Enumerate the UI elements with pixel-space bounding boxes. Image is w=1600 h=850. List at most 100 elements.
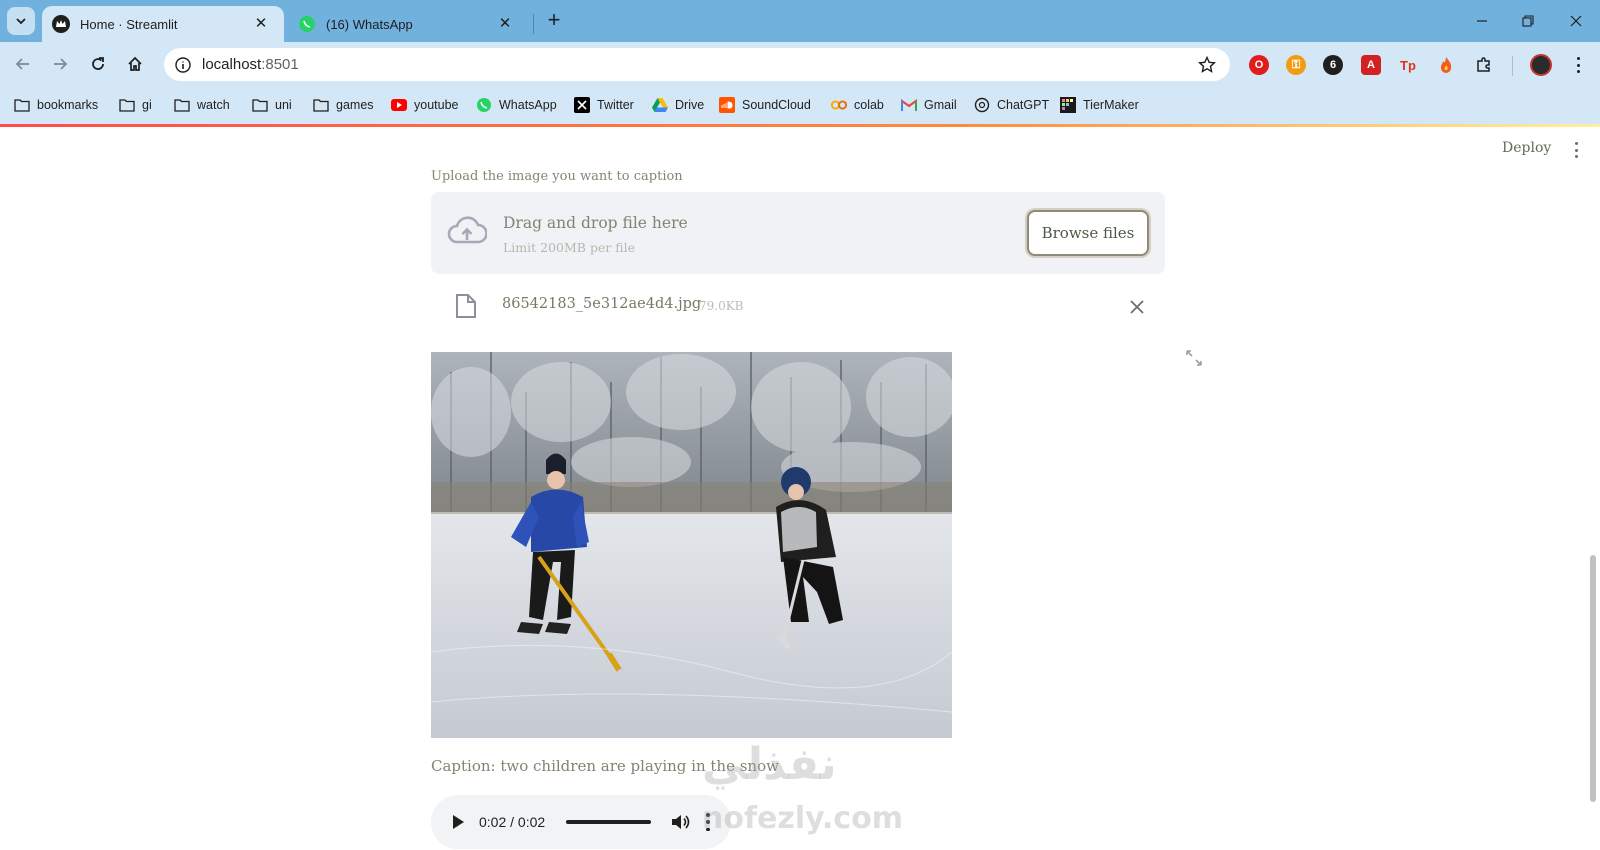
close-icon [1130,300,1144,314]
extensions-puzzle-icon[interactable] [1474,55,1494,75]
address-bar[interactable]: localhost:8501 [164,48,1230,81]
audio-time: 0:02 / 0:02 [479,814,546,830]
remove-file-button[interactable] [1127,297,1147,317]
pdf-extension-icon[interactable]: A [1361,55,1381,75]
uploader-label: Upload the image you want to caption [431,169,683,184]
x-icon [574,97,590,113]
close-icon [1570,15,1582,27]
drive-icon [652,97,668,113]
watermark-arabic: نفذلي [702,739,837,790]
bookmark-soundcloud[interactable]: SoundCloud [719,95,811,115]
bookmark-label: Gmail [924,98,957,112]
whatsapp-icon [476,97,492,113]
site-info-icon[interactable] [172,54,194,76]
bookmark-twitter[interactable]: Twitter [574,95,634,115]
url-host: localhost [202,56,262,73]
chevron-down-icon [16,18,26,25]
url-port: :8501 [261,56,299,73]
bookmark-bookmarks[interactable]: bookmarks [14,95,98,115]
play-icon[interactable] [449,813,467,831]
bookmarks-bar: bookmarks gi watch uni games youtube Wha… [0,86,1600,124]
tab-search-button[interactable] [7,7,35,35]
fb-extension-icon[interactable]: 6 [1323,55,1343,75]
forward-button[interactable] [46,50,74,78]
bookmark-label: SoundCloud [742,98,811,112]
page-scrollbar[interactable] [1590,555,1596,802]
streamlit-crown-icon [52,15,70,33]
close-window-button[interactable] [1556,8,1596,34]
bookmark-colab[interactable]: colab [831,95,884,115]
folder-icon [119,97,135,113]
restore-icon [1522,15,1534,27]
audio-player: 0:02 / 0:02 [431,795,731,849]
bookmark-label: ChatGPT [997,98,1050,112]
folder-icon [252,97,268,113]
bookmark-label: TierMaker [1083,98,1139,112]
streamlit-app: Deploy Upload the image you want to capt… [0,127,1600,850]
bookmark-gmail[interactable]: Gmail [901,95,957,115]
bookmark-label: Twitter [597,98,634,112]
back-arrow-icon [15,58,29,70]
browse-files-button[interactable]: Browse files [1027,210,1149,256]
minimize-button[interactable] [1462,8,1502,34]
bookmark-label: uni [275,98,292,112]
browser-toolbar: localhost:8501 O ⚿ 6 A Tp [0,42,1600,86]
new-tab-button[interactable]: + [541,8,567,34]
colab-icon [831,97,847,113]
bookmark-gi[interactable]: gi [119,95,152,115]
file-icon [456,294,476,318]
tab-home-streamlit[interactable]: Home · Streamlit ✕ [42,6,284,42]
cloud-upload-icon [447,216,487,244]
watermark-latin: nofezly.com [702,801,903,836]
deploy-button[interactable]: Deploy [1502,140,1551,156]
tab-whatsapp[interactable]: (16) WhatsApp ✕ [288,6,528,42]
gmail-icon [901,97,917,113]
volume-icon[interactable] [669,811,691,833]
bookmark-chatgpt[interactable]: ChatGPT [974,95,1049,115]
bookmark-uni[interactable]: uni [252,95,292,115]
bookmark-tiermaker[interactable]: TierMaker [1060,95,1139,115]
bookmark-whatsapp[interactable]: WhatsApp [476,95,557,115]
tab-title: Home · Streamlit [80,16,178,32]
tab-divider [533,14,534,34]
minimize-icon [1477,20,1487,22]
browser-menu-icon[interactable] [1568,55,1588,75]
folder-icon [174,97,190,113]
close-tab-icon[interactable]: ✕ [496,15,514,33]
bookmark-label: Drive [675,98,705,112]
file-dropzone[interactable]: Drag and drop file here Limit 200MB per … [431,192,1165,274]
tab-strip: Home · Streamlit ✕ (16) WhatsApp ✕ + [0,0,1600,42]
opera-extension-icon[interactable]: O [1249,55,1269,75]
folder-icon [14,97,30,113]
uploaded-file-name: 86542183_5e312ae4d4.jpg [502,296,702,312]
folder-icon [313,97,329,113]
toolbar-divider [1512,56,1513,76]
bookmark-star-icon[interactable] [1196,54,1218,76]
fire-extension-icon[interactable] [1436,55,1456,75]
fullscreen-icon[interactable] [1185,349,1203,367]
bookmark-label: bookmarks [37,98,99,112]
audio-progress-track[interactable] [566,820,651,824]
home-button[interactable] [121,50,149,78]
bookmark-youtube[interactable]: youtube [391,95,458,115]
uploaded-image [431,352,952,738]
url-text: localhost:8501 [202,56,299,73]
close-tab-icon[interactable]: ✕ [252,15,270,33]
bookmark-label: gi [142,98,152,112]
dropzone-title: Drag and drop file here [503,214,688,232]
tp-extension-icon[interactable]: Tp [1398,55,1418,75]
reload-button[interactable] [84,50,112,78]
app-menu-icon[interactable] [1568,139,1584,161]
bookmark-games[interactable]: games [313,95,374,115]
restore-button[interactable] [1508,8,1548,34]
back-button[interactable] [9,50,37,78]
tab-title: (16) WhatsApp [326,16,413,32]
bookmark-watch[interactable]: watch [174,95,230,115]
profile-avatar[interactable] [1530,54,1552,76]
bookmark-drive[interactable]: Drive [652,95,704,115]
key-extension-icon[interactable]: ⚿ [1286,55,1306,75]
chatgpt-icon [974,97,990,113]
soundcloud-icon [719,97,735,113]
uploaded-file-row: 86542183_5e312ae4d4.jpg 79.0KB [431,287,1165,327]
dropzone-limit: Limit 200MB per file [503,240,636,255]
